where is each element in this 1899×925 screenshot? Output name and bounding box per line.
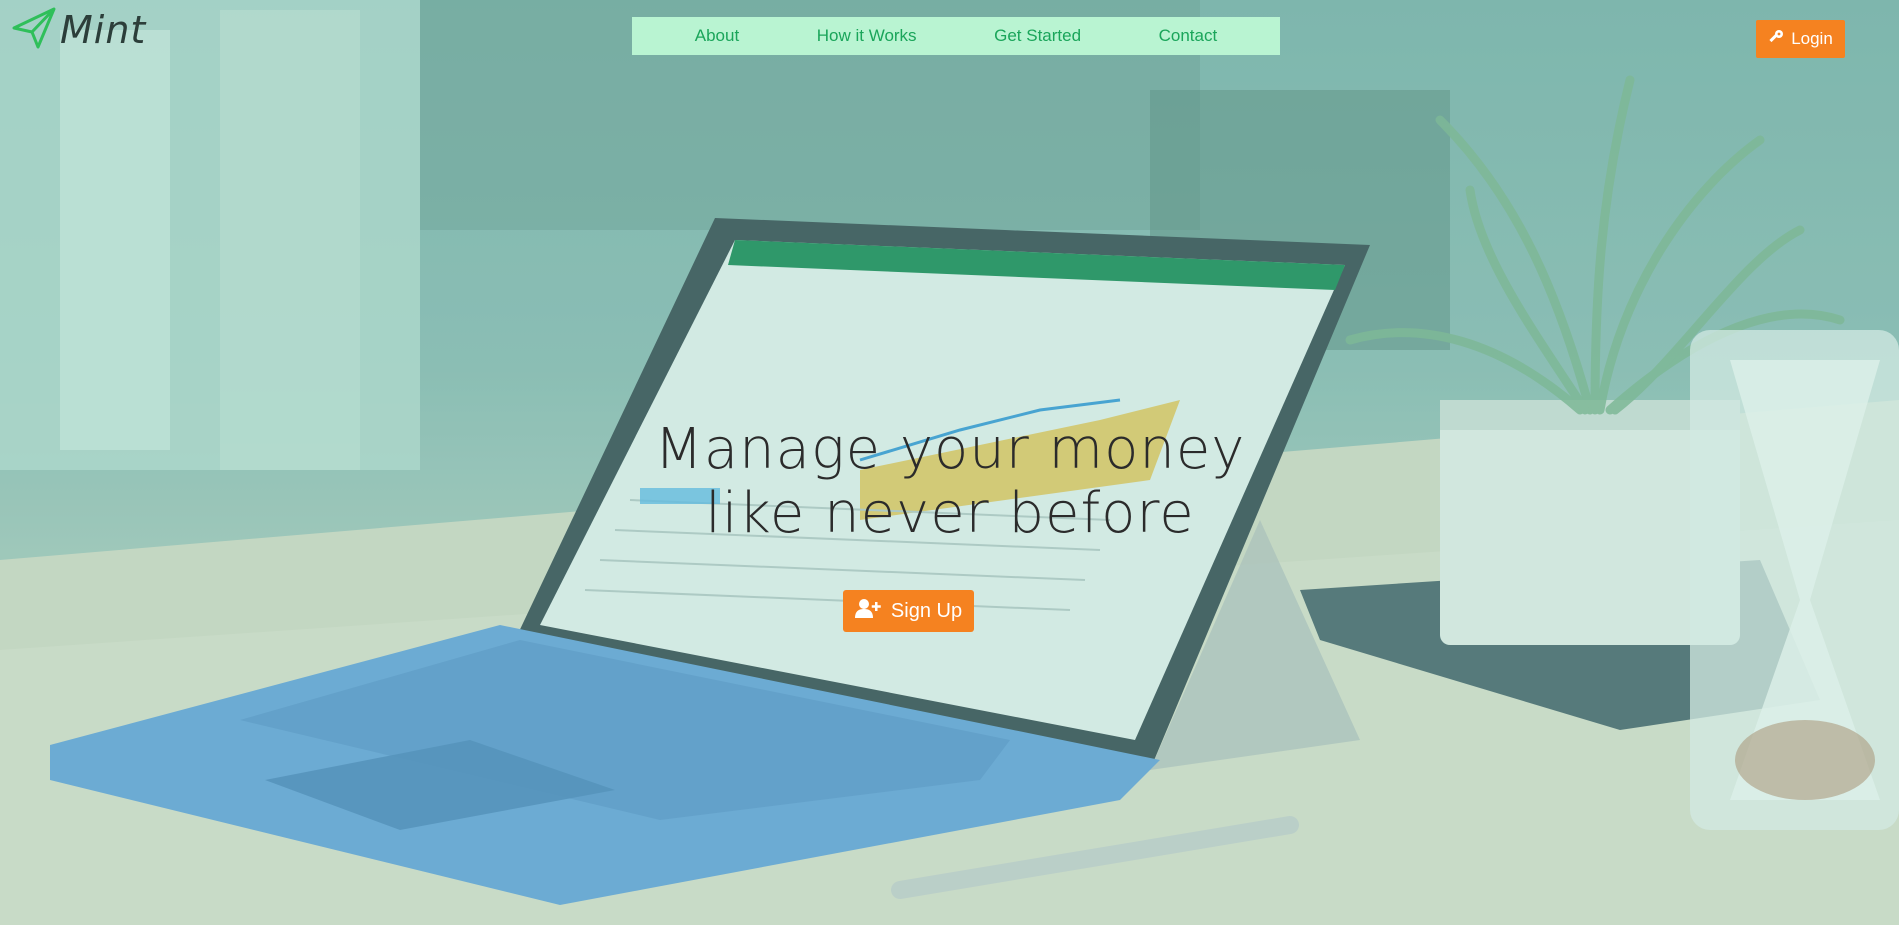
hero-headline-line-2: like never before [705, 481, 1195, 546]
nav-item-about[interactable]: About [695, 26, 739, 46]
brand-logo[interactable]: Mint [12, 6, 146, 54]
hero-headline: Manage your money like never before [450, 418, 1450, 546]
nav-item-get-started[interactable]: Get Started [994, 26, 1081, 46]
hero-headline-line-1: Manage your money [654, 417, 1246, 482]
paper-plane-icon [12, 6, 56, 54]
login-label: Login [1791, 29, 1833, 48]
signup-button[interactable]: Sign Up [843, 590, 974, 632]
nav-item-contact[interactable]: Contact [1159, 26, 1218, 46]
key-icon [1768, 29, 1784, 50]
nav-item-how-it-works[interactable]: How it Works [817, 26, 917, 46]
login-button[interactable]: Login [1756, 20, 1845, 58]
brand-name: Mint [60, 8, 147, 52]
signup-label: Sign Up [890, 599, 963, 622]
user-plus-icon [854, 598, 881, 624]
main-navigation: About How it Works Get Started Contact [632, 17, 1280, 55]
